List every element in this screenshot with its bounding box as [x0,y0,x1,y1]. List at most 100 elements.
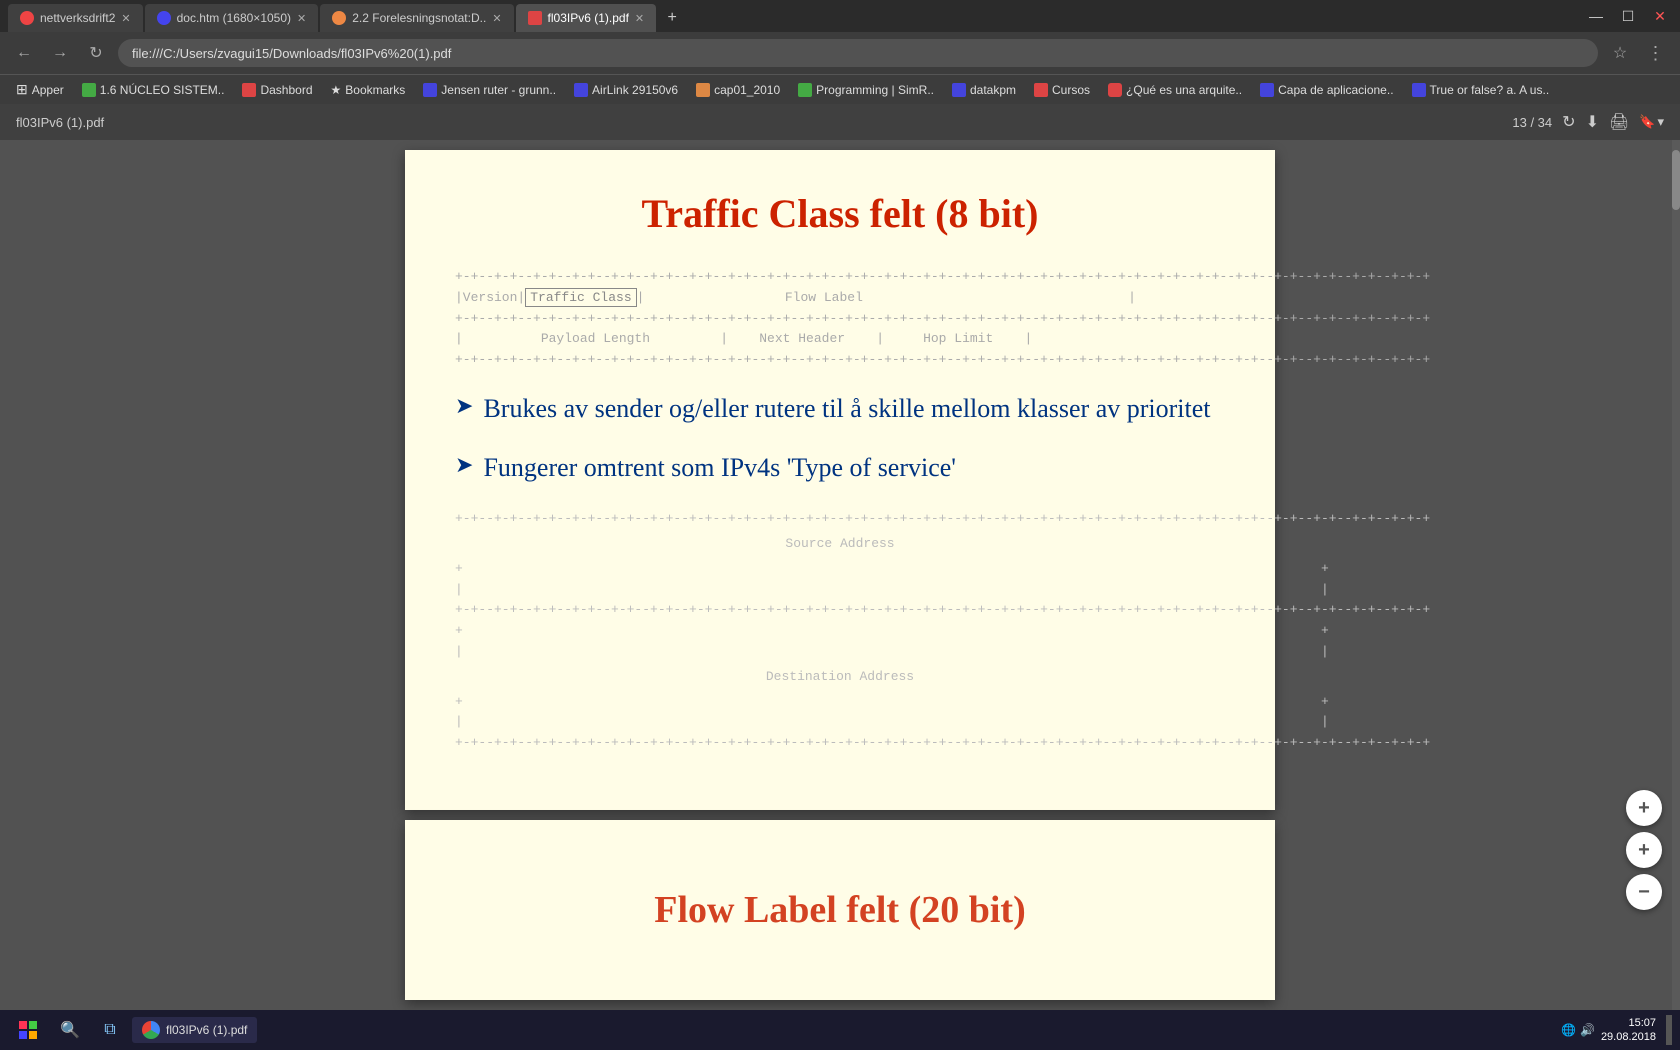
bookmark-que-es-label: ¿Qué es una arquite.. [1126,83,1242,97]
maximize-button[interactable]: ☐ [1616,8,1640,25]
tab-4-close[interactable]: ✕ [635,12,644,25]
bullet-1-text: Brukes av sender og/eller rutere til å s… [483,391,1210,426]
bookmark-cursos[interactable]: Cursos [1026,78,1098,102]
scrollbar-track[interactable] [1672,140,1680,1010]
system-tray-icons: 🌐 🔊 [1561,1023,1595,1037]
tab-4[interactable]: fl03IPv6 (1).pdf ✕ [516,4,657,32]
pdf-more-button[interactable]: 🔖 ▾ [1639,114,1664,130]
bookmark-programming-label: Programming | SimR.. [816,83,934,97]
bookmark-programming-favicon [798,83,812,97]
pdf-content[interactable]: Traffic Class felt (8 bit) +-+--+-+--+-+… [0,140,1680,1010]
bookmark-apper-icon: ⊞ [16,81,28,98]
pdf-filename: fl03IPv6 (1).pdf [16,115,104,130]
pdf-print-icon[interactable]: 🖨 [1609,112,1629,132]
scrollbar-thumb[interactable] [1672,150,1680,210]
tab-3-close[interactable]: ✕ [492,12,501,25]
tab-3[interactable]: 2.2 Forelesningsnotat:D.. ✕ [320,4,513,32]
more-options-button[interactable]: ⋮ [1642,39,1670,67]
tab-2-close[interactable]: ✕ [297,12,306,25]
tab-group: nettverksdrift2 ✕ doc.htm (1680×1050) ✕ … [8,0,686,32]
bookmark-cursos-label: Cursos [1052,83,1090,97]
pdf-download-icon[interactable]: ⬇ [1586,112,1599,132]
diagram-row-separator-1: +-+--+-+--+-+--+-+--+-+--+-+--+-+--+-+--… [455,267,1225,288]
bookmark-star-icon[interactable]: ☆ [1606,39,1634,67]
bookmark-programming[interactable]: Programming | SimR.. [790,78,942,102]
zoom-in-button[interactable]: + [1626,832,1662,868]
zoom-out-button[interactable]: − [1626,874,1662,910]
tab-3-label: 2.2 Forelesningsnotat:D.. [352,11,486,25]
ipv6-header-diagram: +-+--+-+--+-+--+-+--+-+--+-+--+-+--+-+--… [455,267,1225,371]
network-icon[interactable]: 🌐 [1561,1023,1576,1037]
tab-4-label: fl03IPv6 (1).pdf [548,11,629,25]
reload-button[interactable]: ↻ [82,39,110,67]
bookmark-airlink[interactable]: AirLink 29150v6 [566,78,686,102]
back-button[interactable]: ← [10,39,38,67]
pdf-page-13: Traffic Class felt (8 bit) +-+--+-+--+-+… [405,150,1275,810]
taskbar-clock[interactable]: 15:07 29.08.2018 [1601,1016,1656,1045]
bookmark-que-es[interactable]: ¿Qué es una arquite.. [1100,78,1250,102]
chrome-taskbar-item[interactable]: fl03IPv6 (1).pdf [132,1017,257,1043]
diagram-row-separator-3: +-+--+-+--+-+--+-+--+-+--+-+--+-+--+-+--… [455,350,1225,371]
tab-1[interactable]: nettverksdrift2 ✕ [8,4,143,32]
tab-1-close[interactable]: ✕ [121,12,130,25]
bookmark-jensen[interactable]: Jensen ruter - grunn.. [415,78,564,102]
pdf-refresh-icon[interactable]: ↻ [1562,112,1575,132]
bookmark-true-false-label: True or false? a. A us.. [1430,83,1550,97]
pdf-page-info: 13 / 34 [1512,115,1552,130]
forward-button[interactable]: → [46,39,74,67]
zoom-in-large-button[interactable]: + [1626,790,1662,826]
bullet-2-arrow-icon: ➤ [455,452,473,478]
minimize-button[interactable]: — [1584,8,1608,24]
zoom-in-icon: + [1638,839,1650,862]
source-line-2: + + [455,559,1225,580]
dest-line-1: + + [455,621,1225,642]
close-button[interactable]: ✕ [1648,8,1672,25]
bookmark-bookmarks-label: Bookmarks [345,83,405,97]
taskbar-time: 15:07 [1628,1016,1656,1030]
bookmark-true-false[interactable]: True or false? a. A us.. [1404,78,1558,102]
window-controls: — ☐ ✕ [1584,8,1672,25]
bookmark-dashbord[interactable]: Dashbord [234,78,320,102]
task-view-icon: ⧉ [104,1021,115,1039]
bookmark-dashbord-favicon [242,83,256,97]
address-input[interactable] [118,39,1598,67]
new-tab-button[interactable]: + [658,4,686,32]
pdf-bookmark-icon: 🔖 [1639,114,1655,130]
bookmark-cursos-favicon [1034,83,1048,97]
taskbar-right: 🌐 🔊 15:07 29.08.2018 [1561,1015,1672,1045]
bookmark-bookmarks[interactable]: ★ Bookmarks [323,78,414,102]
bookmark-nucleo[interactable]: 1.6 NÚCLEO SISTEM.. [74,78,233,102]
bookmark-nucleo-favicon [82,83,96,97]
tab-2-label: doc.htm (1680×1050) [177,11,291,25]
source-line-3: | | [455,580,1225,601]
bookmark-datakpm[interactable]: datakpm [944,78,1024,102]
ipv6-address-diagram: +-+--+-+--+-+--+-+--+-+--+-+--+-+--+-+--… [455,509,1225,754]
taskbar-search-button[interactable]: 🔍 [52,1012,88,1048]
bullet-section: ➤ Brukes av sender og/eller rutere til å… [455,391,1225,485]
tab-1-label: nettverksdrift2 [40,11,115,25]
bookmark-true-false-favicon [1412,83,1426,97]
dest-line-4: | | [455,712,1225,733]
bookmark-cap01-favicon [696,83,710,97]
bookmark-cap01[interactable]: cap01_2010 [688,78,788,102]
bookmark-apper[interactable]: ⊞ Apper [8,78,72,102]
dest-line-3: + + [455,692,1225,713]
show-desktop-button[interactable] [1666,1015,1672,1045]
bookmark-cap01-label: cap01_2010 [714,83,780,97]
taskbar-date: 29.08.2018 [1601,1030,1656,1044]
bookmark-bookmarks-icon: ★ [331,83,342,97]
task-view-button[interactable]: ⧉ [92,1012,128,1048]
start-button[interactable] [8,1010,48,1050]
page2-partial-title: Flow Label felt (20 bit) [654,888,1026,932]
bookmark-que-es-favicon [1108,83,1122,97]
bullet-2-text: Fungerer omtrent som IPv4s 'Type of serv… [483,450,956,485]
destination-address-label: Destination Address [455,663,1225,692]
bookmark-capa[interactable]: Capa de aplicacione.. [1252,78,1401,102]
tab-2[interactable]: doc.htm (1680×1050) ✕ [145,4,319,32]
diagram-row-separator-2: +-+--+-+--+-+--+-+--+-+--+-+--+-+--+-+--… [455,309,1225,330]
volume-icon[interactable]: 🔊 [1580,1023,1595,1037]
search-icon: 🔍 [60,1020,80,1040]
source-line-4: +-+--+-+--+-+--+-+--+-+--+-+--+-+--+-+--… [455,600,1225,621]
zoom-in-large-icon: + [1638,797,1650,820]
tab-1-favicon [20,11,34,25]
